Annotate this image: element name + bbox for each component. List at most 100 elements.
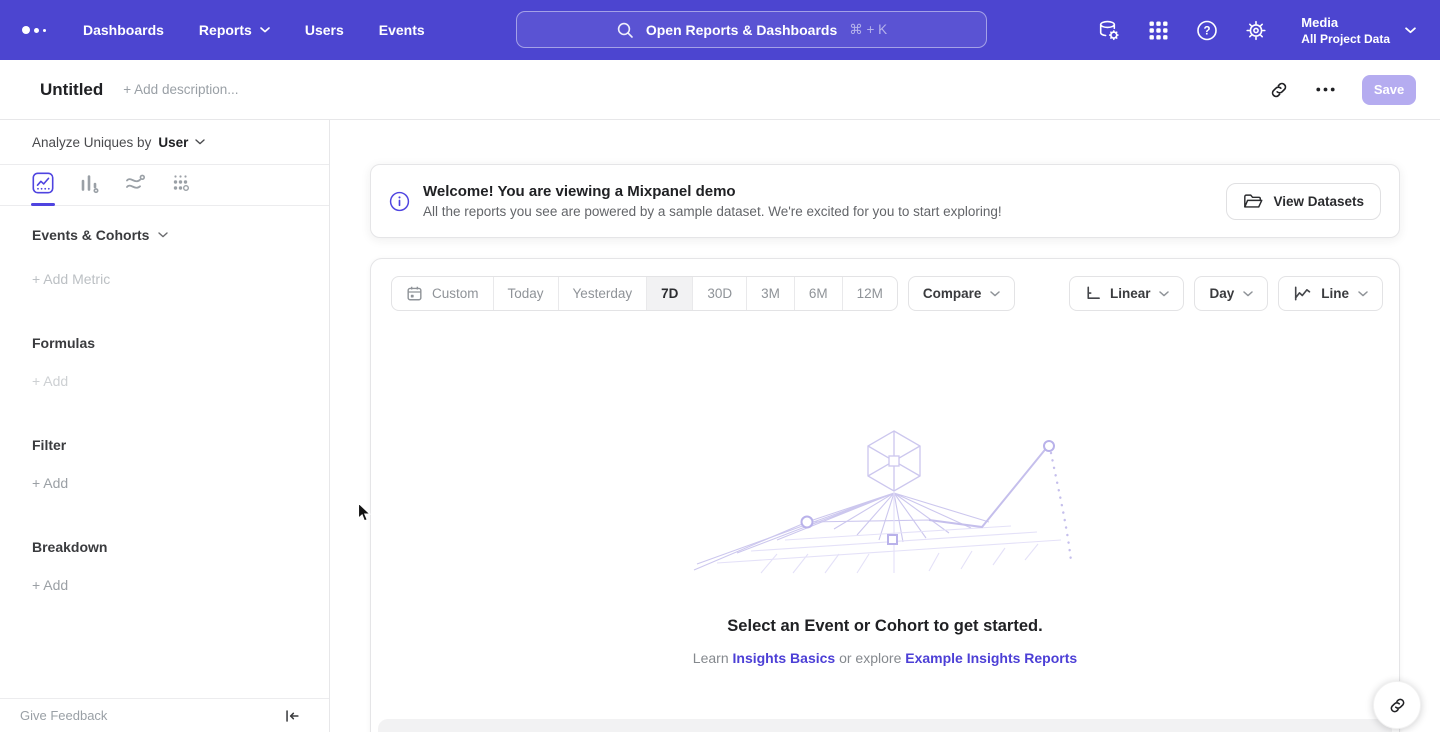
help-icon[interactable]: ? (1195, 18, 1219, 42)
add-description[interactable]: + Add description... (123, 82, 238, 97)
chevron-down-icon (260, 27, 270, 33)
compare-label: Compare (923, 286, 982, 301)
info-icon (389, 191, 410, 212)
chart-type-dropdown[interactable]: Line (1278, 276, 1383, 311)
events-cohorts-section[interactable]: Events & Cohorts (32, 227, 329, 243)
add-filter-button[interactable]: + Add (32, 475, 68, 491)
chevron-down-icon (195, 139, 205, 145)
analyze-value-label: User (158, 135, 188, 150)
add-metric-button[interactable]: + Add Metric (32, 271, 110, 287)
project-scope: All Project Data (1301, 32, 1390, 46)
search-shortcut: ⌘ + K (849, 22, 887, 38)
svg-text:?: ? (1204, 25, 1211, 37)
axes-icon (1084, 285, 1101, 302)
search-icon (616, 21, 634, 39)
chevron-down-icon (158, 232, 168, 238)
example-insights-reports-link[interactable]: Example Insights Reports (905, 650, 1077, 666)
formulas-section: Formulas (32, 335, 329, 351)
folder-icon (1243, 193, 1263, 210)
share-link-fab[interactable] (1373, 681, 1421, 729)
apps-grid-icon[interactable] (1146, 18, 1170, 42)
nav-users[interactable]: Users (305, 22, 344, 38)
nav-right-group: ? Media All Project Data (1097, 14, 1416, 46)
data-management-icon[interactable] (1097, 18, 1121, 42)
breakdown-section: Breakdown (32, 539, 329, 555)
nav-reports-label: Reports (199, 22, 252, 38)
table-section-top (378, 719, 1392, 732)
interval-dropdown[interactable]: Day (1194, 276, 1268, 311)
bar-chart-icon (78, 172, 100, 194)
date-range-custom[interactable]: Custom (392, 277, 494, 310)
project-name: Media (1301, 14, 1390, 32)
tab-line-chart[interactable] (32, 172, 54, 206)
date-range-today[interactable]: Today (494, 277, 559, 310)
primary-nav: Dashboards Reports Users Events (83, 22, 460, 38)
search-placeholder: Open Reports & Dashboards (646, 22, 837, 38)
chart-display-controls: Linear Day Line (1069, 276, 1383, 311)
scale-label: Linear (1110, 286, 1151, 301)
save-button[interactable]: Save (1362, 75, 1416, 105)
date-range-label: Custom (432, 286, 479, 301)
more-options-button[interactable] (1316, 87, 1335, 92)
report-header: Untitled + Add description... Save (0, 60, 1440, 120)
tab-flow[interactable] (124, 172, 146, 206)
visualization-tabs (0, 165, 329, 206)
scale-dropdown[interactable]: Linear (1069, 276, 1185, 311)
settings-gear-icon[interactable] (1244, 18, 1268, 42)
insights-chart-card: Custom Today Yesterday 7D 30D 3M 6M 12M … (370, 258, 1400, 732)
date-range-7d[interactable]: 7D (647, 277, 693, 310)
compare-dropdown[interactable]: Compare (908, 276, 1016, 311)
mixpanel-logo[interactable] (22, 26, 46, 34)
report-main: Welcome! You are viewing a Mixpanel demo… (330, 120, 1440, 732)
banner-subtitle: All the reports you see are powered by a… (423, 204, 1002, 219)
welcome-banner: Welcome! You are viewing a Mixpanel demo… (370, 164, 1400, 238)
chevron-down-icon (1358, 291, 1368, 297)
chevron-down-icon (1159, 291, 1169, 297)
tab-bar-chart[interactable] (78, 172, 100, 206)
date-range-control: Custom Today Yesterday 7D 30D 3M 6M 12M (391, 276, 898, 311)
date-range-12m[interactable]: 12M (843, 277, 897, 310)
filter-label: Filter (32, 437, 66, 453)
events-cohorts-label: Events & Cohorts (32, 227, 149, 243)
collapse-sidebar-button[interactable] (283, 707, 301, 725)
add-formula-button[interactable]: + Add (32, 373, 68, 389)
interval-label: Day (1209, 286, 1234, 301)
view-datasets-button[interactable]: View Datasets (1226, 183, 1381, 220)
chevron-down-icon (1405, 27, 1416, 34)
empty-state: Select an Event or Cohort to get started… (371, 423, 1399, 666)
empty-state-title: Select an Event or Cohort to get started… (727, 617, 1042, 636)
copy-link-button[interactable] (1269, 80, 1289, 100)
empty-state-illustration (689, 423, 1081, 575)
link-icon (1388, 696, 1407, 715)
give-feedback-link[interactable]: Give Feedback (20, 708, 107, 723)
add-breakdown-button[interactable]: + Add (32, 577, 68, 593)
date-range-30d[interactable]: 30D (693, 277, 747, 310)
date-range-3m[interactable]: 3M (747, 277, 795, 310)
breakdown-label: Breakdown (32, 539, 107, 555)
chevron-down-icon (990, 291, 1000, 297)
nav-reports[interactable]: Reports (199, 22, 270, 38)
empty-state-links: Learn Insights Basics or explore Example… (693, 650, 1077, 666)
report-title[interactable]: Untitled (40, 80, 103, 100)
learn-text: Learn (693, 650, 729, 666)
metrics-icon (170, 172, 192, 194)
insights-basics-link[interactable]: Insights Basics (733, 650, 836, 666)
analyze-value-dropdown[interactable]: User (158, 135, 205, 150)
view-datasets-label: View Datasets (1273, 194, 1364, 209)
link-icon (1269, 80, 1289, 100)
query-builder-sidebar: Analyze Uniques by User (0, 120, 330, 732)
filter-section: Filter (32, 437, 329, 453)
date-range-6m[interactable]: 6M (795, 277, 843, 310)
analyze-label: Analyze Uniques by (32, 135, 151, 150)
date-range-yesterday[interactable]: Yesterday (559, 277, 648, 310)
collapse-icon (283, 707, 301, 725)
flow-icon (124, 172, 146, 194)
report-actions: Save (1269, 75, 1416, 105)
project-switcher[interactable]: Media All Project Data (1301, 14, 1416, 46)
nav-dashboards[interactable]: Dashboards (83, 22, 164, 38)
global-search-input[interactable]: Open Reports & Dashboards ⌘ + K (516, 11, 987, 48)
nav-events[interactable]: Events (379, 22, 425, 38)
banner-title: Welcome! You are viewing a Mixpanel demo (423, 183, 1002, 200)
sidebar-footer: Give Feedback (0, 698, 329, 732)
tab-metrics[interactable] (170, 172, 192, 206)
